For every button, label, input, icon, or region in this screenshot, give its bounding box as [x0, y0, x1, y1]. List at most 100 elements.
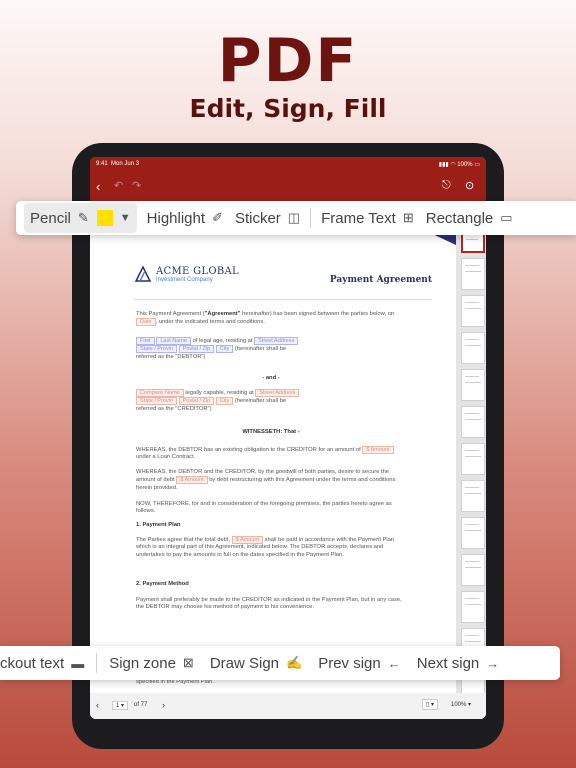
- status-date: Mon Jun 3: [111, 161, 140, 167]
- company-name: ACME GLOBAL: [156, 265, 239, 277]
- page-tail-text: specified in the Payment Plan.: [136, 679, 214, 685]
- battery-label: 100%: [457, 162, 473, 168]
- document-area: ACME GLOBAL Investment Company Payment A…: [90, 203, 486, 719]
- whereas-1-text: WHEREAS, the DEBTOR has an existing obli…: [136, 447, 361, 453]
- intro-text-a: This Payment Agreement (: [136, 311, 205, 317]
- thumbnail[interactable]: [461, 332, 485, 364]
- date-field[interactable]: Date: [136, 318, 156, 327]
- whereas-2-tail: by debt restructuring with this Agreemen…: [136, 477, 396, 491]
- first-name-field[interactable]: First: [136, 337, 155, 345]
- page-count: of 77: [134, 702, 148, 708]
- amount-field-2[interactable]: $ Amount: [176, 476, 208, 485]
- payment-plan-text-a: The Parties agree that the total debt,: [136, 537, 231, 543]
- color-swatch[interactable]: [96, 210, 113, 226]
- section-1-heading: 1. Payment Plan: [136, 522, 181, 528]
- next-page-icon[interactable]: ›: [162, 700, 165, 710]
- header-divider: [134, 299, 432, 300]
- thumbnail[interactable]: [461, 369, 485, 401]
- thumbnail[interactable]: [461, 258, 485, 290]
- pencil-label: Pencil: [30, 209, 71, 227]
- annotation-toolbar: Pencil ✎ ▼ Highlight ✐ Sticker ◫ Frame T…: [16, 201, 576, 235]
- next-sign-label: Next sign: [416, 654, 480, 672]
- redo-icon[interactable]: ↷: [132, 179, 141, 192]
- pager-bar: ‹ 1 ▾ of 77 › ▯ ▾ 100% ▾: [90, 693, 486, 719]
- creditor-postal-field[interactable]: Postal / Zip: [178, 397, 215, 406]
- sticker-icon: ◫: [287, 210, 301, 225]
- creditor-state-field[interactable]: State / Provin: [136, 397, 178, 406]
- creditor-city-field[interactable]: City: [215, 397, 234, 406]
- signbar-divider: [96, 653, 98, 673]
- sticker-tool[interactable]: Sticker ◫: [229, 201, 306, 235]
- whereas-2: WHEREAS, the DEBTOR and the CREDITOR, by…: [136, 469, 406, 492]
- hero-subtitle: Edit, Sign, Fill: [189, 94, 387, 123]
- creditor-text-legally: legally capable, residing at: [185, 390, 254, 396]
- sticker-label: Sticker: [234, 209, 281, 227]
- debtor-postal-field[interactable]: Postal / Zip: [178, 345, 215, 354]
- highlighter-icon: ✐: [212, 210, 223, 225]
- signature-toolbar: ckout text ▬ Sign zone ⊠ Draw Sign ✍ Pre…: [0, 646, 560, 680]
- back-icon[interactable]: ‹: [96, 179, 100, 194]
- prev-page-icon[interactable]: ‹: [96, 700, 99, 710]
- arrow-left-icon: ←: [387, 655, 401, 671]
- undo-icon[interactable]: ↶: [114, 179, 123, 192]
- draw-sign-icon: ✍: [286, 655, 303, 670]
- debtor-paragraph: First Last Name of legal age, residing a…: [136, 337, 406, 361]
- creditor-paragraph: Company Name legally capable, residing a…: [136, 389, 406, 413]
- zoom-select[interactable]: 100% ▾: [448, 700, 474, 709]
- thumbnail[interactable]: [461, 295, 485, 327]
- thumbnail[interactable]: [461, 480, 485, 512]
- amount-field-1[interactable]: $ Amount: [362, 446, 394, 454]
- document-title: Payment Agreement: [329, 275, 432, 285]
- draw-sign-tool[interactable]: Draw Sign ✍: [202, 655, 310, 672]
- witnesseth-heading: WITNESSETH: That -: [242, 429, 300, 435]
- checkout-text-tool[interactable]: ckout text ▬: [0, 655, 92, 672]
- intro-text-d: , under the indicated terms and conditio…: [155, 319, 265, 326]
- thumbnail[interactable]: [461, 406, 485, 438]
- and-separator: - and -: [262, 375, 280, 381]
- wifi-icon: ◠: [450, 162, 456, 168]
- company-name-field[interactable]: Company Name: [136, 389, 184, 397]
- pencil-tool[interactable]: Pencil ✎ ▼: [24, 203, 137, 233]
- battery-icon: ▭: [474, 162, 480, 168]
- creditor-street-field[interactable]: Street Address: [255, 389, 300, 397]
- frame-text-tool[interactable]: Frame Text ⊞: [315, 201, 420, 235]
- keyboard-icon: ▬: [71, 655, 85, 671]
- sign-zone-tool[interactable]: Sign zone ⊠: [101, 655, 202, 672]
- sign-zone-icon: ⊠: [182, 655, 194, 670]
- intro-text-c: hereinafter) has been signed between the…: [240, 311, 395, 317]
- arrow-right-icon: →: [486, 655, 500, 671]
- thumbnail-rail: [460, 203, 486, 719]
- highlight-label: Highlight: [146, 209, 206, 227]
- more-icon[interactable]: ⊙: [465, 179, 474, 192]
- rectangle-tool[interactable]: Rectangle ▭: [420, 201, 519, 235]
- chevron-down-icon[interactable]: ▼: [120, 212, 131, 224]
- highlight-tool[interactable]: Highlight ✐: [141, 201, 229, 235]
- amount-field-3[interactable]: $ Amount: [231, 536, 263, 544]
- whereas-1: WHEREAS, the DEBTOR has an existing obli…: [136, 446, 406, 462]
- debtor-city-field[interactable]: City: [215, 345, 234, 354]
- payment-method-paragraph: Payment shall preferably be made to the …: [136, 597, 402, 611]
- app-screen: 9:41 Mon Jun 3 ▮▮▮ ◠ 100% ▭ ‹ ↶ ↷ ⎋ ⊙ AC…: [90, 157, 486, 719]
- page-number-select[interactable]: 1 ▾: [112, 701, 129, 710]
- rectangle-label: Rectangle: [425, 209, 494, 227]
- debtor-state-field[interactable]: State / Provin: [136, 345, 178, 354]
- signal-icon: ▮▮▮: [438, 162, 449, 168]
- debtor-text-referred: referred as the "DEBTOR"): [136, 353, 206, 360]
- logo-mark-icon: [134, 265, 152, 283]
- thumbnail[interactable]: [461, 443, 485, 475]
- thumbnail[interactable]: [461, 591, 485, 623]
- thumbnail[interactable]: [461, 517, 485, 549]
- view-mode-icon[interactable]: ▯ ▾: [422, 699, 438, 710]
- last-name-field[interactable]: Last Name: [156, 337, 191, 345]
- prev-sign-button[interactable]: Prev sign ←: [310, 655, 409, 672]
- debtor-text-hereinafter: (hereinafter shall be: [234, 346, 287, 353]
- debtor-street-field[interactable]: Street Address: [254, 337, 299, 345]
- pdf-page[interactable]: ACME GLOBAL Investment Company Payment A…: [90, 203, 456, 693]
- share-icon[interactable]: ⎋: [442, 179, 451, 192]
- debtor-text-legal: of legal age, residing at: [192, 338, 253, 344]
- next-sign-button[interactable]: Next sign →: [409, 655, 508, 672]
- rectangle-icon: ▭: [500, 210, 513, 225]
- whereas-1-tail: under a Loan Contract.: [136, 454, 196, 461]
- status-bar: 9:41 Mon Jun 3 ▮▮▮ ◠ 100% ▭: [90, 157, 486, 171]
- thumbnail[interactable]: [461, 554, 485, 586]
